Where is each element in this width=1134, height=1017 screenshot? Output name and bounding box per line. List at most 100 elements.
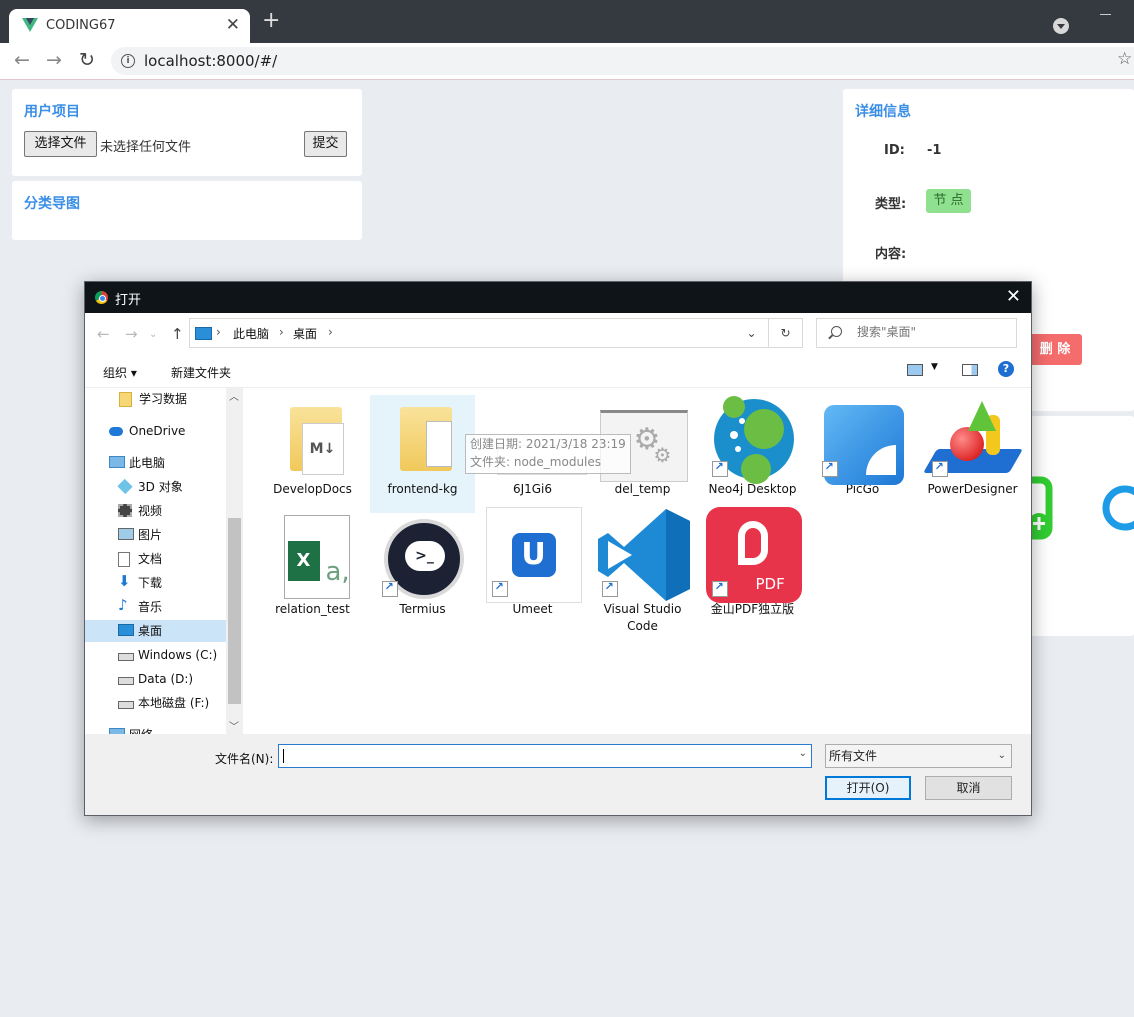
tab-title: CODING67 [46, 18, 116, 33]
nav-scroll-thumb[interactable] [228, 518, 241, 704]
drive-icon [118, 653, 134, 661]
filename-input[interactable]: ⌄ [278, 744, 812, 768]
chevron-down-icon[interactable]: ⌄ [799, 748, 807, 759]
scroll-down-icon[interactable]: ﹀ [229, 718, 239, 733]
file-item-termius[interactable]: >_ Termius [370, 515, 475, 618]
cancel-button[interactable]: 取消 [925, 776, 1012, 800]
reload-icon[interactable]: ↻ [79, 49, 95, 71]
neo4j-icon [711, 395, 794, 484]
shortcut-arrow-icon [931, 460, 948, 477]
minimize-icon[interactable] [1100, 14, 1111, 15]
forward-arrow-icon[interactable]: → [46, 49, 62, 71]
refresh-icon[interactable]: ↻ [769, 318, 803, 348]
id-value: -1 [927, 143, 942, 158]
new-tab-button[interactable]: + [262, 10, 280, 32]
recent-dropdown-icon[interactable]: ⌄ [149, 329, 157, 340]
file-item-powerdesigner[interactable]: PowerDesigner [920, 395, 1025, 498]
filename-label: 文件名(N): [215, 752, 274, 766]
open-button[interactable]: 打开(O) [825, 776, 911, 800]
choose-file-button[interactable]: 选择文件 [24, 131, 97, 157]
chevron-right-icon: › [328, 325, 333, 339]
project-panel: 用户项目 选择文件 未选择任何文件 提交 [12, 89, 362, 176]
nav-item-this-pc[interactable]: 此电脑 [109, 452, 224, 474]
delete-button[interactable]: 删 除 [1028, 334, 1082, 365]
nav-item-desktop[interactable]: 桌面 [85, 620, 226, 642]
video-icon [118, 504, 132, 517]
drive-icon [118, 701, 134, 709]
file-item-umeet[interactable]: U Umeet [480, 507, 585, 618]
nav-item-music[interactable]: ♪ 音乐 [118, 596, 224, 618]
dialog-command-bar: 组织 ▾ 新建文件夹 ▼ ? [85, 355, 1031, 388]
termius-icon: >_ [381, 515, 464, 599]
markdown-folder-icon: M↓ [272, 395, 354, 477]
dialog-address-box[interactable]: › 此电脑 › 桌面 › [189, 318, 769, 348]
file-item-neo4j-desktop[interactable]: Neo4j Desktop [700, 395, 805, 498]
nav-item-documents[interactable]: 文档 [118, 548, 224, 570]
scroll-up-icon[interactable]: ︿ [229, 388, 239, 403]
type-tag: 节 点 [926, 189, 971, 213]
breadcrumb-desktop[interactable]: 桌面 [293, 325, 317, 342]
download-icon: ⬇ [118, 572, 131, 590]
close-tab-icon[interactable]: ✕ [226, 15, 240, 35]
file-tooltip: 创建日期: 2021/3/18 23:19 文件夹: node_modules [465, 434, 631, 474]
excel-csv-icon: X a, [272, 515, 354, 599]
site-info-icon[interactable]: i [121, 54, 135, 68]
browser-toolbar: ← → ↻ i localhost:8000/#/ [0, 43, 1134, 80]
nav-item-3d-objects[interactable]: 3D 对象 [117, 476, 224, 498]
nav-item-videos[interactable]: 视频 [118, 500, 224, 522]
dialog-close-icon[interactable]: ✕ [1006, 286, 1021, 307]
detail-title: 详细信息 [855, 104, 911, 120]
content-label: 内容: [875, 247, 907, 262]
submit-button[interactable]: 提交 [304, 131, 347, 157]
address-bar[interactable]: i localhost:8000/#/ [111, 47, 1134, 75]
nav-item-drive-d[interactable]: Data (D:) [118, 668, 224, 690]
picgo-icon [821, 395, 904, 485]
filetype-select[interactable]: 所有文件 ⌄ [825, 744, 1012, 768]
browser-tab[interactable]: CODING67 ✕ [9, 9, 250, 43]
nav-item-study-data[interactable]: 学习数据 [119, 388, 224, 410]
drive-icon [118, 677, 134, 685]
help-icon[interactable]: ? [998, 361, 1014, 377]
shortcut-arrow-icon [821, 460, 838, 477]
shortcut-arrow-icon [381, 580, 398, 597]
nav-item-network[interactable]: 网络 [109, 724, 224, 734]
powerdesigner-icon [922, 395, 1023, 477]
view-dropdown-icon[interactable]: ▼ [931, 362, 938, 372]
bookmark-star-icon[interactable]: ☆ [1117, 49, 1132, 69]
nav-item-drive-f[interactable]: 本地磁盘 (F:) [118, 692, 224, 714]
nav-item-drive-c[interactable]: Windows (C:) [118, 644, 224, 666]
file-item-relation-test[interactable]: X a, relation_test [260, 515, 365, 618]
umeet-icon: U [485, 507, 582, 603]
up-arrow-icon[interactable]: ↑ [171, 325, 184, 343]
pc-icon [195, 327, 212, 340]
shortcut-arrow-icon [601, 580, 618, 597]
nav-item-downloads[interactable]: ⬇ 下载 [118, 572, 224, 594]
file-item-frontend-kg[interactable]: frontend-kg [370, 395, 475, 513]
organize-menu[interactable]: 组织 ▾ [103, 364, 137, 381]
file-item-vscode[interactable]: Visual Studio Code [590, 509, 695, 635]
nav-item-onedrive[interactable]: OneDrive [109, 420, 224, 442]
file-item-kingsoft-pdf[interactable]: PDF 金山PDF独立版 [700, 507, 805, 618]
kingsoft-pdf-icon: PDF [705, 507, 802, 603]
nav-item-pictures[interactable]: 图片 [118, 524, 224, 546]
dialog-search-input[interactable] [855, 324, 1009, 340]
preview-pane-icon[interactable] [962, 364, 978, 376]
address-dropdown-icon[interactable]: ⌄ [735, 318, 769, 348]
forward-arrow-icon[interactable]: → [125, 325, 138, 343]
shortcut-arrow-icon [711, 580, 728, 597]
dialog-search-box[interactable] [816, 318, 1017, 348]
project-title: 用户项目 [24, 104, 80, 120]
breadcrumb-pc[interactable]: 此电脑 [233, 325, 269, 342]
dialog-bottom-bar: 文件名(N): ⌄ 所有文件 ⌄ 打开(O) 取消 [85, 734, 1031, 815]
view-mode-icon[interactable] [907, 364, 923, 376]
vscode-icon [597, 509, 690, 601]
no-file-text: 未选择任何文件 [100, 140, 192, 155]
new-folder-button[interactable]: 新建文件夹 [171, 364, 231, 381]
back-arrow-icon[interactable]: ← [97, 325, 110, 343]
file-item-picgo[interactable]: PicGo [810, 395, 915, 498]
tab-search-icon[interactable] [1053, 18, 1069, 34]
text-caret [283, 749, 284, 763]
back-arrow-icon[interactable]: ← [14, 49, 30, 71]
file-item-developdocs[interactable]: M↓ DevelopDocs [260, 395, 365, 498]
cloud-icon [109, 427, 123, 436]
